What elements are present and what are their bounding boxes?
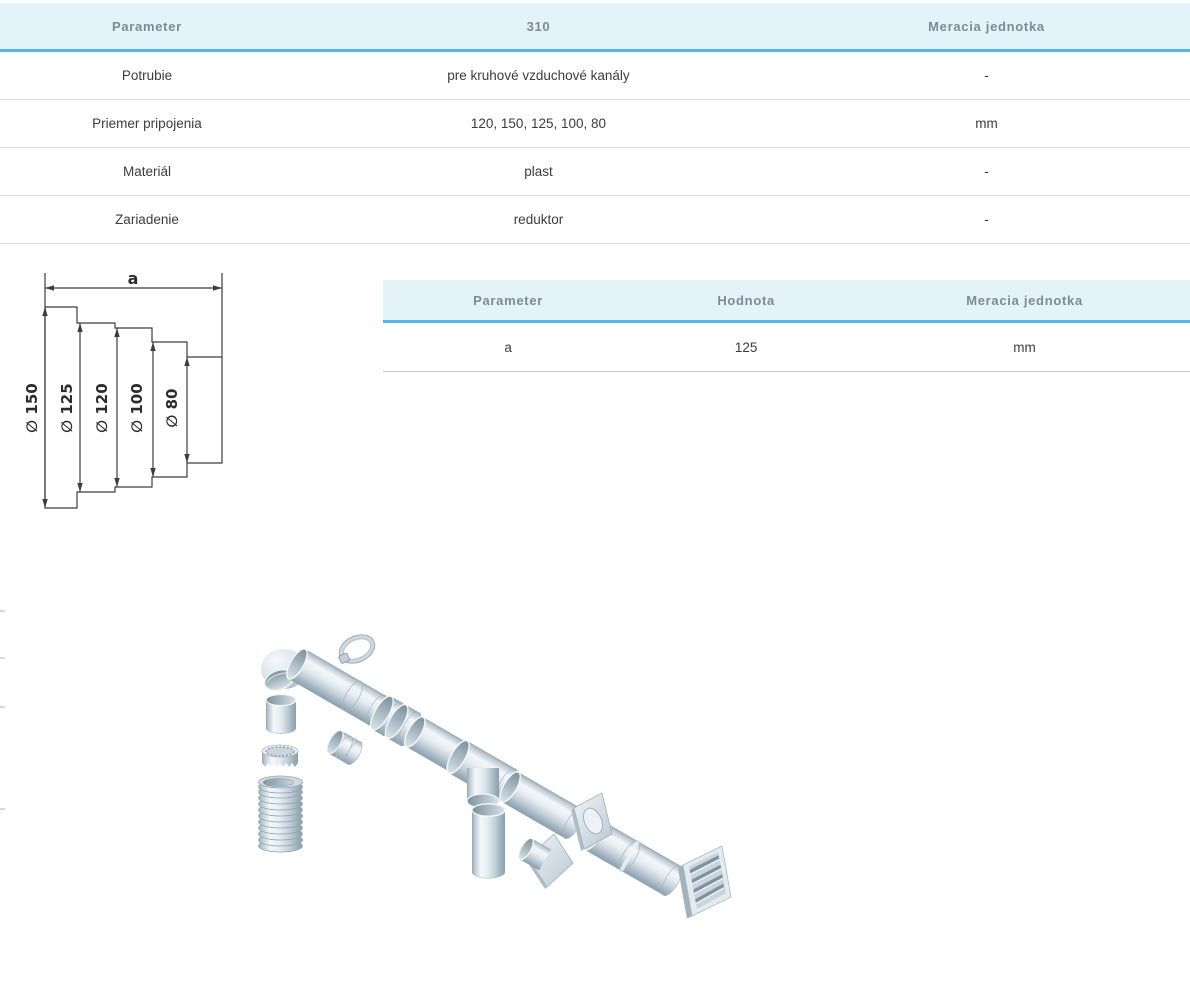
table-cell: a: [383, 340, 633, 355]
table-cell: plast: [294, 164, 783, 179]
product-spec-table: Parameter 310 Meracia jednotka Potrubie …: [0, 3, 1190, 244]
table-row: a 125 mm: [383, 323, 1190, 372]
header-cell-unit: Meracia jednotka: [859, 293, 1190, 308]
table-cell: mm: [859, 340, 1190, 355]
hose-clamp-part: [333, 629, 379, 669]
reducer-dimension-drawing: a ∅ 150 ∅ 125 ∅ 120 ∅ 100 ∅ 80: [14, 262, 238, 522]
diameter-label-80: ∅ 80: [163, 389, 181, 428]
diameter-label-100: ∅ 100: [128, 383, 146, 432]
table-cell: 125: [633, 340, 859, 355]
page-edge-artifact: [0, 657, 5, 659]
table-cell: -: [783, 68, 1190, 83]
mounting-plate-spigot-part: [516, 834, 573, 889]
table-row: Potrubie pre kruhové vzduchové kanály -: [0, 52, 1190, 100]
length-dimension-label: a: [128, 269, 139, 288]
table-row: Priemer pripojenia 120, 150, 125, 100, 8…: [0, 100, 1190, 148]
vertical-duct-part: [472, 804, 505, 878]
header-cell-value: Hodnota: [633, 293, 859, 308]
coupler-ring-part: [324, 728, 366, 767]
header-cell-parameter: Parameter: [0, 19, 294, 34]
product-spec-page: Parameter 310 Meracia jednotka Potrubie …: [0, 0, 1190, 1008]
diameter-label-120: ∅ 120: [93, 383, 111, 432]
table-cell: pre kruhové vzduchové kanály: [294, 68, 783, 83]
flexible-hose-part: [259, 776, 303, 852]
table-cell: -: [783, 212, 1190, 227]
page-edge-artifact: [0, 610, 5, 612]
table-cell: reduktor: [294, 212, 783, 227]
table-cell: mm: [783, 116, 1190, 131]
dimension-table-header: Parameter Hodnota Meracia jednotka: [383, 280, 1190, 323]
dimension-value-table: Parameter Hodnota Meracia jednotka a 125…: [383, 280, 1190, 372]
louvered-grille-part: [678, 846, 731, 918]
page-edge-artifact: [0, 706, 5, 708]
table-cell: Materiál: [0, 164, 294, 179]
product-spec-table-header: Parameter 310 Meracia jednotka: [0, 3, 1190, 52]
table-cell: -: [783, 164, 1190, 179]
table-cell: Potrubie: [0, 68, 294, 83]
header-cell-parameter: Parameter: [383, 293, 633, 308]
diameter-label-125: ∅ 125: [58, 383, 76, 432]
page-edge-artifact: [0, 808, 5, 810]
duct-system-illustration: [245, 618, 735, 918]
table-cell: Zariadenie: [0, 212, 294, 227]
tee-branch-part: [467, 768, 499, 808]
serrated-collar-part: [262, 745, 298, 767]
table-cell: Priemer pripojenia: [0, 116, 294, 131]
table-cell: 120, 150, 125, 100, 80: [294, 116, 783, 131]
diameter-label-150: ∅ 150: [23, 383, 41, 432]
connector-pipe-part: [266, 695, 296, 734]
header-cell-unit: Meracia jednotka: [783, 19, 1190, 34]
table-row: Materiál plast -: [0, 148, 1190, 196]
table-row: Zariadenie reduktor -: [0, 196, 1190, 244]
header-cell-model: 310: [294, 19, 783, 34]
